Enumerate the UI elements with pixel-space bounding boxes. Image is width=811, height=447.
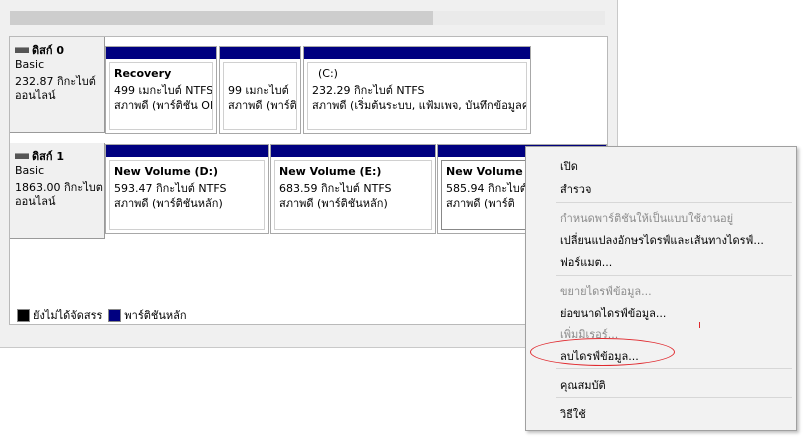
partition-name: New Volume (E:) — [279, 165, 382, 178]
partition-status: สภาพดี (พาร์ติชันหลัก) — [114, 197, 223, 210]
partition-recovery[interactable]: Recovery 499 เมกะไบต์ NTFS สภาพดี (พาร์ต… — [105, 46, 217, 134]
disk-icon — [15, 47, 29, 53]
legend: ยังไม่ได้จัดสรร พาร์ติชันหลัก — [9, 306, 187, 324]
partition-c[interactable]: (C:) 232.29 กิกะไบต์ NTFS สภาพดี (เริ่มต… — [303, 46, 531, 134]
disk-title: ดิสก์ 1 — [32, 150, 65, 163]
highlight-oval-annotation — [530, 338, 675, 366]
menu-item-format[interactable]: ฟอร์แมต... — [560, 253, 612, 271]
menu-separator — [556, 275, 792, 276]
partition-status: สภาพดี (พาร์ติชันหลัก) — [279, 197, 388, 210]
partition-name: New Volume ( — [446, 165, 532, 178]
partition-bar — [220, 47, 300, 59]
horizontal-scrollbar[interactable] — [10, 11, 605, 25]
partition-name: Recovery — [114, 67, 172, 80]
partition-bar — [106, 47, 216, 59]
scrollbar-thumb[interactable] — [10, 11, 433, 25]
partition-status: สภาพดี (พาร์ติชัน OE — [114, 99, 213, 112]
partition-e[interactable]: New Volume (E:) 683.59 กิกะไบต์ NTFS สภา… — [270, 144, 436, 234]
menu-item-change-drive-letter[interactable]: เปลี่ยนแปลงอักษรไดรฟ์และเส้นทางไดรฟ์... — [560, 231, 764, 249]
menu-item-open[interactable]: เปิด — [560, 157, 578, 175]
partition-efi[interactable]: 99 เมกะไบต์ สภาพดี (พาร์ติง — [219, 46, 301, 134]
menu-item-help[interactable]: วิธีใช้ — [560, 405, 586, 423]
disk-1-info[interactable]: ดิสก์ 1 Basic 1863.00 กิกะไบต ออนไลน์ — [10, 143, 105, 239]
disk-status: ออนไลน์ — [15, 89, 56, 102]
menu-item-mark-active[interactable]: กำหนดพาร์ติชันให้เป็นแบบใช้งานอยู่ — [560, 209, 733, 227]
disk-0-info[interactable]: ดิสก์ 0 Basic 232.87 กิกะไบต์ ออนไลน์ — [10, 37, 105, 133]
partition-d[interactable]: New Volume (D:) 593.47 กิกะไบต์ NTFS สภา… — [105, 144, 269, 234]
partition-status: สภาพดี (พาร์ติง — [228, 99, 297, 112]
menu-separator — [556, 397, 792, 398]
menu-separator — [556, 368, 792, 369]
disk-type: Basic — [15, 164, 45, 177]
legend-label-primary: พาร์ติชันหลัก — [124, 309, 187, 322]
partition-bar — [106, 145, 268, 157]
disk-title: ดิสก์ 0 — [32, 44, 65, 57]
menu-item-properties[interactable]: คุณสมบัติ — [560, 376, 606, 394]
disk-icon — [15, 153, 29, 159]
partition-bar — [304, 47, 530, 59]
disk-type: Basic — [15, 58, 45, 71]
context-menu: เปิด สำรวจ กำหนดพาร์ติชันให้เป็นแบบใช้งา… — [525, 146, 797, 431]
legend-swatch-unallocated — [17, 308, 30, 322]
partition-status: สภาพดี (พาร์ติ — [446, 194, 515, 212]
menu-item-explore[interactable]: สำรวจ — [560, 180, 591, 198]
annotation-mark — [699, 322, 700, 328]
legend-label-unallocated: ยังไม่ได้จัดสรร — [33, 309, 103, 322]
menu-separator — [556, 202, 792, 203]
partition-status: สภาพดี (เริ่มต้นระบบ, แฟ้มเพจ, บันทึกข้อ… — [312, 99, 527, 112]
legend-swatch-primary — [108, 308, 122, 322]
partition-bar — [271, 145, 435, 157]
menu-item-extend-volume[interactable]: ขยายไดรฟ์ข้อมูล... — [560, 282, 652, 300]
partition-name: New Volume (D:) — [114, 165, 219, 178]
partition-name: (C:) — [318, 67, 338, 80]
disk-status: ออนไลน์ — [15, 195, 56, 208]
disk-map-panel: ดิสก์ 0 Basic 232.87 กิกะไบต์ ออนไลน์ Re… — [9, 36, 608, 325]
menu-item-shrink-volume[interactable]: ย่อขนาดไดรฟ์ข้อมูล... — [560, 304, 666, 322]
